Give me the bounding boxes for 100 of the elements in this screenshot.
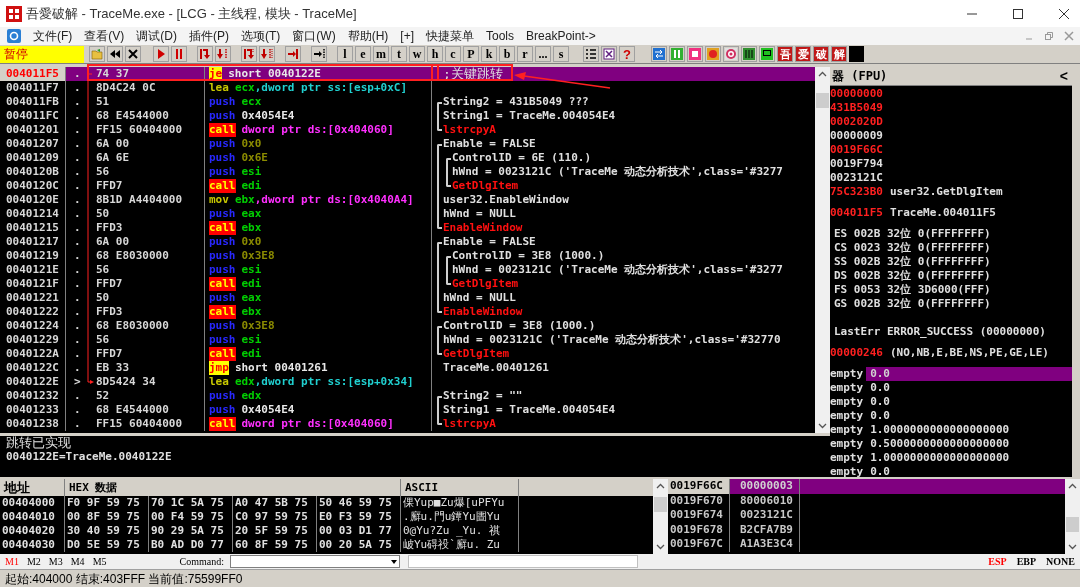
scroll-down-icon[interactable] bbox=[818, 421, 827, 430]
menu-item[interactable]: [+] bbox=[394, 27, 420, 45]
record-icon[interactable] bbox=[707, 48, 719, 60]
column-header[interactable]: HEX 数据 bbox=[65, 479, 401, 496]
menu-item[interactable]: 快捷菜单 bbox=[420, 27, 480, 45]
toolbar-button[interactable]: 破 bbox=[813, 46, 829, 62]
scroll-thumb[interactable] bbox=[816, 93, 829, 108]
scroll-up-icon[interactable] bbox=[1068, 482, 1077, 491]
disassembly-row[interactable]: 00401215 . FFD3 call ebx EnableWindow bbox=[0, 221, 815, 235]
toolbar-button[interactable]: w bbox=[409, 46, 425, 62]
list-icon[interactable] bbox=[585, 48, 597, 60]
menu-item[interactable]: 文件(F) bbox=[27, 27, 79, 45]
toolbar-button[interactable]: r bbox=[517, 46, 533, 62]
toolbar-button[interactable]: 解 bbox=[831, 46, 847, 62]
toolbar-button[interactable]: s bbox=[553, 46, 569, 62]
close-icon[interactable] bbox=[127, 48, 139, 60]
scroll-thumb[interactable] bbox=[1066, 517, 1079, 532]
disassembly-row[interactable]: 00401238 . FF15 60404000 call dword ptr ds:[0x404060] lstrcpyA bbox=[0, 417, 815, 431]
toolbar-button[interactable]: m bbox=[373, 46, 389, 62]
bookmark-button[interactable]: M4 bbox=[67, 554, 88, 569]
stack-base-button[interactable]: EBP bbox=[1011, 554, 1042, 569]
column-header[interactable]: ASCII bbox=[401, 479, 519, 496]
marker-cell-text: . bbox=[73, 165, 82, 179]
disassembly-row[interactable]: 0040122E > 8D5424 34 lea edx,dword ptr ss:[esp+0x34] bbox=[0, 375, 815, 389]
swap-icon[interactable] bbox=[653, 48, 665, 60]
toolbar-button[interactable]: 爱 bbox=[795, 46, 811, 62]
disassembly-row[interactable]: 004011F7 . 8D4C24 0C lea ecx,dword ptr ss:[esp+0xC] bbox=[0, 81, 815, 95]
square-icon[interactable] bbox=[689, 48, 701, 60]
input-field[interactable] bbox=[408, 555, 638, 568]
disassembly-row[interactable]: 00401201 . FF15 60404000 call dword ptr ds:[0x404060] lstrcpyA bbox=[0, 123, 815, 137]
collapse-button[interactable]: < bbox=[1055, 69, 1072, 83]
close-icon[interactable] bbox=[1058, 7, 1070, 20]
bookmark-button[interactable]: M2 bbox=[23, 554, 44, 569]
toolbar-button[interactable]: c bbox=[445, 46, 461, 62]
step-arrow-icon[interactable] bbox=[243, 48, 255, 60]
rewind-icon[interactable] bbox=[109, 48, 121, 60]
toolbar-button[interactable]: k bbox=[481, 46, 497, 62]
step-arrow-icon[interactable] bbox=[217, 48, 229, 60]
target-icon[interactable] bbox=[725, 48, 737, 60]
step-arrow-icon[interactable] bbox=[199, 48, 211, 60]
bars-icon[interactable] bbox=[671, 48, 683, 60]
monitor-icon[interactable] bbox=[761, 48, 773, 60]
scroll-down-icon[interactable] bbox=[656, 542, 665, 551]
scrollbar[interactable] bbox=[1065, 479, 1080, 554]
toolbar-button[interactable]: h bbox=[427, 46, 443, 62]
scrollbar[interactable] bbox=[815, 67, 830, 433]
fpu-value[interactable]: 0.5000000000000000000 bbox=[866, 437, 1072, 451]
disassembly-row[interactable]: 0040122A . FFD7 call edi GetDlgItem bbox=[0, 347, 815, 361]
fpu-value[interactable]: 1.0000000000000000000 bbox=[866, 451, 1072, 465]
menu-item[interactable]: 查看(V) bbox=[78, 27, 131, 45]
stack-row[interactable]: 0019F678 B2CFA7B9 bbox=[668, 522, 1065, 538]
step-arrow-icon[interactable] bbox=[261, 48, 273, 60]
toolbar-button[interactable]: t bbox=[391, 46, 407, 62]
bookmark-button[interactable]: M3 bbox=[45, 554, 66, 569]
menu-item[interactable]: Tools bbox=[480, 27, 521, 45]
scroll-up-icon[interactable] bbox=[656, 482, 665, 491]
toolbar-button[interactable]: l bbox=[337, 46, 353, 62]
stack-base-button[interactable]: ESP bbox=[983, 554, 1012, 569]
fpu-value[interactable]: 0.0 bbox=[866, 465, 1072, 477]
fpu-value[interactable]: 0.0 bbox=[866, 367, 1072, 381]
play-icon[interactable] bbox=[155, 48, 167, 60]
scroll-down-icon[interactable] bbox=[1068, 542, 1077, 551]
scrollbar[interactable] bbox=[653, 479, 668, 554]
restore-icon[interactable] bbox=[1044, 31, 1054, 41]
fpu-value[interactable]: 0.0 bbox=[866, 409, 1072, 423]
windows-icon[interactable] bbox=[603, 48, 615, 60]
menu-item[interactable]: 窗口(W) bbox=[286, 27, 342, 45]
pause-icon[interactable] bbox=[173, 48, 185, 60]
fpu-value[interactable]: 0.0 bbox=[866, 381, 1072, 395]
return-arrow-icon[interactable] bbox=[287, 48, 299, 60]
maximize-icon[interactable] bbox=[1012, 7, 1024, 20]
toolbar-button[interactable]: ... bbox=[535, 46, 551, 62]
toolbar-button[interactable]: e bbox=[355, 46, 371, 62]
stack-row[interactable]: 0019F67C A1A3E3C4 bbox=[668, 537, 1065, 552]
fpu-value[interactable]: 1.0000000000000000000 bbox=[866, 423, 1072, 437]
app-menu-icon[interactable] bbox=[7, 29, 21, 43]
toolbar-button[interactable]: P bbox=[463, 46, 479, 62]
stack-row[interactable]: 0019F674 0023121C bbox=[668, 508, 1065, 523]
column-header[interactable]: 地址 bbox=[0, 479, 65, 496]
menu-item[interactable]: 插件(P) bbox=[183, 27, 235, 45]
menu-item[interactable]: BreakPoint-> bbox=[520, 27, 602, 45]
toolbar-button[interactable]: b bbox=[499, 46, 515, 62]
bookmark-button[interactable]: M1 bbox=[2, 554, 22, 569]
help-button[interactable]: ? bbox=[619, 46, 635, 62]
goto-arrow-icon[interactable] bbox=[313, 48, 325, 60]
stack-base-button[interactable]: NONE bbox=[1041, 554, 1080, 569]
disassembly-row[interactable]: 0040122C . EB 33 jmp short 00401261 TraceMe.00401261 bbox=[0, 361, 815, 375]
bookmark-button[interactable]: M5 bbox=[89, 554, 110, 569]
scroll-up-icon[interactable] bbox=[818, 70, 827, 79]
toolbar-button[interactable]: 吾 bbox=[777, 46, 793, 62]
stack-row[interactable]: 0019F66C 00000003 bbox=[668, 479, 1065, 494]
scroll-thumb[interactable] bbox=[654, 497, 667, 512]
menu-item[interactable]: 调试(D) bbox=[130, 27, 183, 45]
chip-icon[interactable] bbox=[743, 48, 755, 60]
command-field[interactable] bbox=[230, 555, 400, 568]
stack-row[interactable]: 0019F670 80006010 bbox=[668, 493, 1065, 509]
menu-item[interactable]: 选项(T) bbox=[235, 27, 287, 45]
fpu-value[interactable]: 0.0 bbox=[866, 395, 1072, 409]
disassembly-row[interactable]: 00401222 . FFD3 call ebx EnableWindow bbox=[0, 305, 815, 319]
menu-item[interactable]: 帮助(H) bbox=[341, 27, 395, 45]
